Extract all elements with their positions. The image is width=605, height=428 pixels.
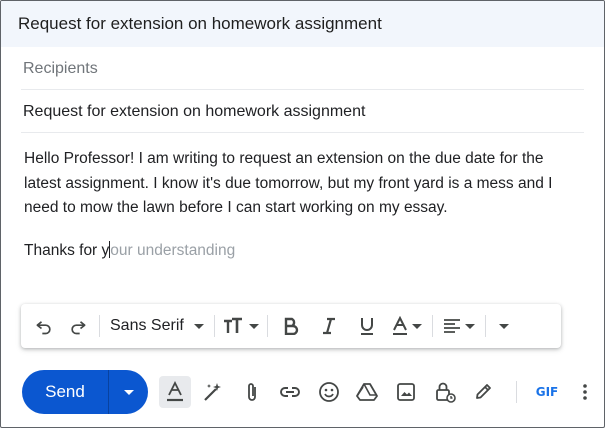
redo-icon[interactable]	[61, 310, 95, 342]
chevron-down-icon	[411, 323, 422, 329]
confidential-mode-icon[interactable]	[429, 376, 461, 408]
more-formatting-icon[interactable]	[490, 310, 518, 342]
chevron-down-icon	[123, 389, 134, 395]
send-button-group: Send	[22, 370, 148, 414]
toolbar-divider	[431, 315, 433, 337]
subject-text: Request for extension on homework assign…	[23, 102, 366, 120]
toolbar-divider	[213, 315, 215, 337]
chevron-down-icon	[464, 323, 475, 329]
compose-window: Request for extension on homework assign…	[0, 0, 605, 428]
text-color-icon[interactable]	[386, 310, 428, 342]
compose-title: Request for extension on homework assign…	[18, 14, 382, 33]
recipients-placeholder: Recipients	[23, 59, 98, 77]
chevron-down-icon	[248, 323, 259, 329]
body-line: latest assignment. I know it's due tomor…	[24, 174, 553, 192]
body-line: Hello Professor! I am writing to request…	[24, 150, 544, 167]
italic-icon[interactable]	[310, 310, 348, 342]
toolbar-divider	[484, 315, 486, 337]
emoji-icon[interactable]	[313, 376, 345, 408]
send-button[interactable]: Send	[22, 370, 108, 414]
gif-label: GIF	[535, 385, 559, 399]
gif-button[interactable]: GIF	[531, 376, 563, 408]
underline-icon[interactable]	[348, 310, 386, 342]
font-family-label: Sans Serif	[110, 317, 184, 334]
chevron-down-icon	[498, 323, 509, 329]
body-line: need to mow the lawn before I can start …	[24, 199, 448, 216]
formatting-options-icon[interactable]	[159, 376, 191, 408]
message-closing[interactable]: Thanks for your understanding	[24, 241, 235, 260]
toolbar-divider	[266, 315, 268, 337]
compose-title-bar[interactable]: Request for extension on homework assign…	[1, 1, 604, 47]
attach-icon[interactable]	[236, 376, 268, 408]
drive-icon[interactable]	[351, 376, 383, 408]
ai-write-icon[interactable]	[197, 376, 229, 408]
toolbar-divider	[99, 315, 100, 337]
align-icon[interactable]	[437, 310, 481, 342]
recipients-field[interactable]: Recipients	[21, 48, 584, 90]
chevron-down-icon	[193, 323, 204, 329]
bold-icon[interactable]	[272, 310, 310, 342]
photo-icon[interactable]	[390, 376, 422, 408]
font-family-select[interactable]: Sans Serif	[104, 310, 210, 342]
signature-icon[interactable]	[467, 376, 499, 408]
action-bar-divider	[516, 381, 517, 403]
formatting-toolbar: Sans Serif	[21, 304, 561, 348]
link-icon[interactable]	[274, 376, 306, 408]
more-options-icon[interactable]	[571, 376, 599, 408]
message-body[interactable]: Hello Professor! I am writing to request…	[24, 147, 584, 221]
subject-field[interactable]: Request for extension on homework assign…	[21, 91, 584, 133]
compose-action-bar: Send GIF	[1, 367, 604, 419]
text-size-icon[interactable]	[219, 310, 263, 342]
schedule-send-button[interactable]	[109, 370, 148, 414]
undo-icon[interactable]	[27, 310, 61, 342]
closing-typed: Thanks for y	[24, 242, 110, 259]
smart-compose-suggestion: our understanding	[110, 242, 236, 259]
